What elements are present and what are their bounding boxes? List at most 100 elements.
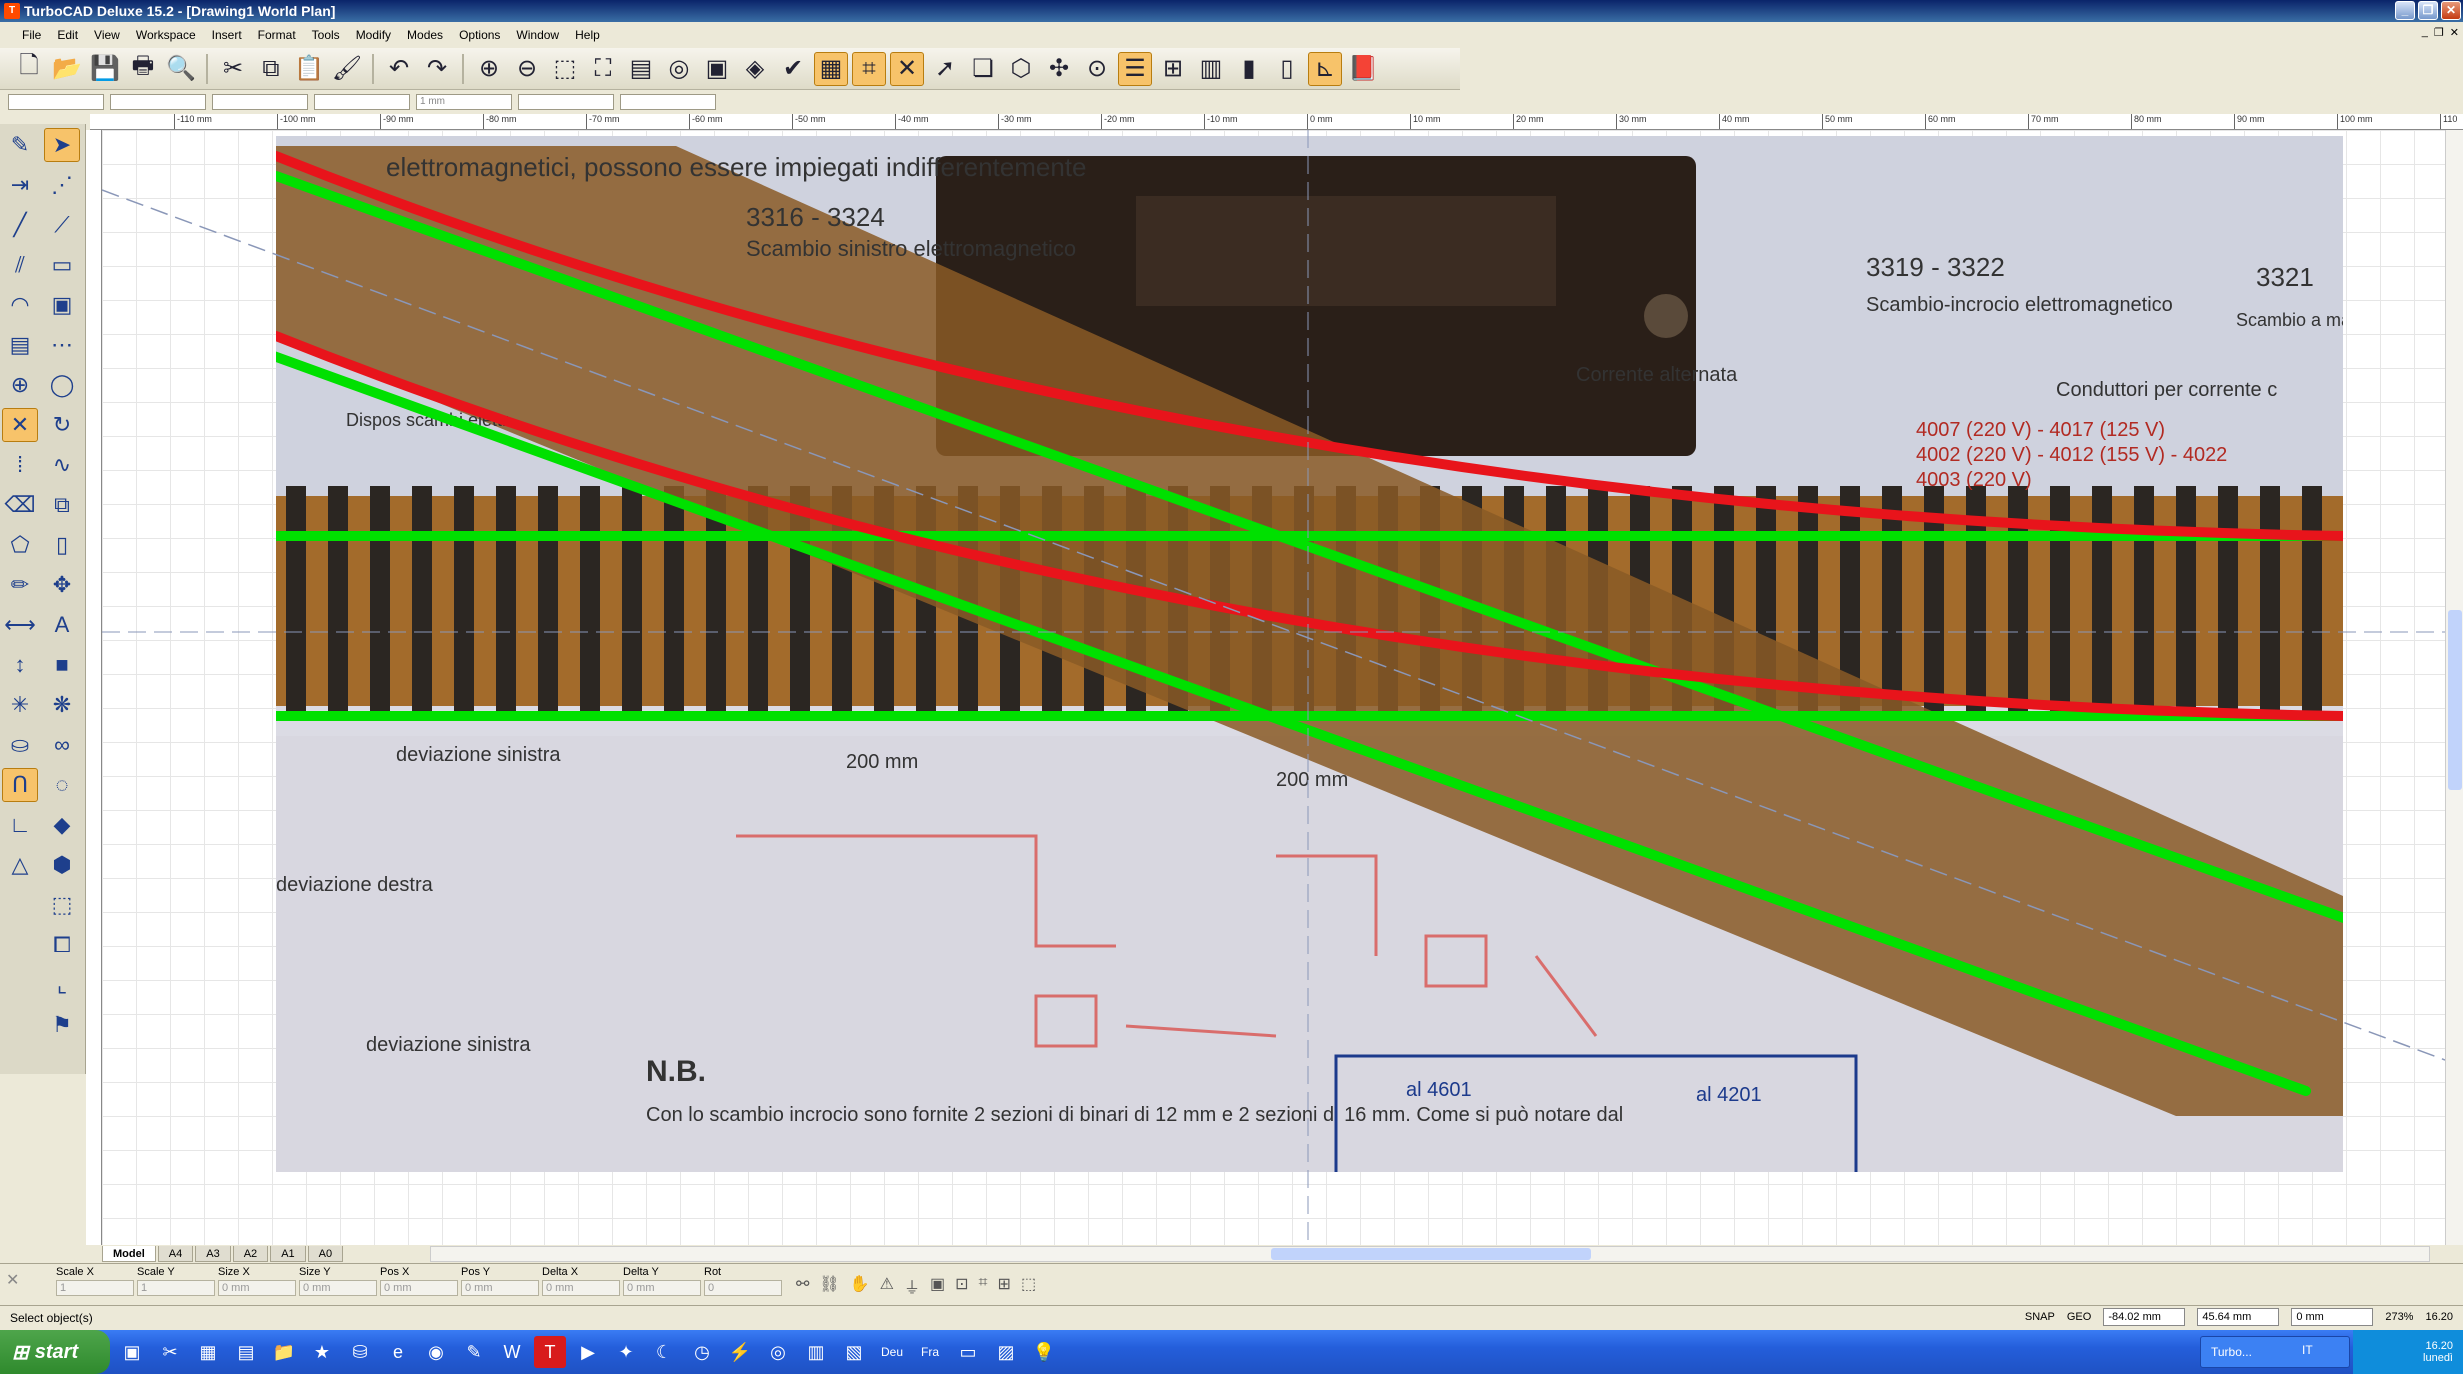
drive-icon[interactable]: ▭	[952, 1336, 984, 1368]
window-icon[interactable]: ⧠	[44, 928, 80, 962]
tray-clock[interactable]: 16.20	[2425, 1340, 2453, 1352]
page-icon[interactable]: ▯	[1270, 52, 1304, 86]
snap-point-icon[interactable]: ✳	[2, 688, 38, 722]
copy-shape-icon[interactable]: ⧉	[44, 488, 80, 522]
vertical-scroll-thumb[interactable]	[2448, 610, 2462, 790]
horizontal-scrollbar[interactable]	[430, 1246, 2430, 1262]
field-delta-y[interactable]: Delta Y 0 mm	[623, 1266, 701, 1296]
tab-a4[interactable]: A4	[157, 1246, 194, 1262]
symbol-icon[interactable]: ❋	[44, 688, 80, 722]
field-size-y[interactable]: Size Y 0 mm	[299, 1266, 377, 1296]
menu-insert[interactable]: Insert	[204, 28, 250, 42]
3d-orbit-icon[interactable]: ✣	[1042, 52, 1076, 86]
snap-intersect-icon[interactable]: ✕	[890, 51, 924, 86]
pages-icon[interactable]: ▤	[624, 52, 658, 86]
scale-combo[interactable]	[620, 94, 716, 110]
select-arrow-icon[interactable]: ➤	[44, 128, 80, 162]
lasso-icon[interactable]: ◌	[44, 768, 80, 802]
triangle-icon[interactable]: △	[2, 848, 38, 882]
warning-icon[interactable]: ⚠	[880, 1274, 894, 1298]
taskbar-item-turbocad[interactable]: Turbo...	[2200, 1336, 2350, 1368]
grid-small-icon[interactable]: ⊞	[998, 1274, 1011, 1298]
dimension-icon[interactable]: ⟷	[2, 608, 38, 642]
save-icon[interactable]: 💾	[88, 52, 122, 86]
dict-deu-icon[interactable]: Deu	[876, 1336, 908, 1368]
minimize-button[interactable]: _	[2395, 1, 2415, 20]
zoom-window-icon[interactable]: ⬚	[548, 52, 582, 86]
polyline-icon[interactable]: ⟋	[44, 208, 80, 242]
circle-cross-icon[interactable]: ⊕	[2, 368, 38, 402]
new-icon[interactable]: 🗋	[12, 52, 46, 86]
horizontal-scroll-thumb[interactable]	[1271, 1248, 1591, 1260]
layer-combo[interactable]	[8, 94, 104, 110]
3d-cube-icon[interactable]: ⬢	[44, 848, 80, 882]
field-scale-y[interactable]: Scale Y 1	[137, 1266, 215, 1296]
tab-a0[interactable]: A0	[307, 1246, 344, 1262]
3d-box-icon[interactable]: ⬡	[1004, 52, 1038, 86]
print-preview-icon[interactable]: 🔍	[164, 52, 198, 86]
render-icon[interactable]: ▣	[700, 52, 734, 86]
menu-workspace[interactable]: Workspace	[128, 28, 204, 42]
link-icon[interactable]: ⚯	[796, 1274, 809, 1298]
format-painter-icon[interactable]: 🖌	[330, 52, 364, 86]
fill-icon[interactable]: ◆	[44, 808, 80, 842]
coord-z[interactable]: 0 mm	[2291, 1308, 2374, 1326]
coord-x[interactable]: -84.02 mm	[2103, 1308, 2186, 1326]
menu-modes[interactable]: Modes	[399, 28, 451, 42]
layers-icon[interactable]: ❏	[966, 52, 1000, 86]
zoom-in-icon[interactable]: ⊕	[472, 52, 506, 86]
page-shape-icon[interactable]: ▯	[44, 528, 80, 562]
book-icon[interactable]: 📕	[1346, 52, 1380, 86]
tab-a3[interactable]: A3	[195, 1246, 231, 1262]
field-scale-x[interactable]: Scale X 1	[56, 1266, 134, 1296]
utility-icon[interactable]: ✦	[610, 1336, 642, 1368]
paint-icon[interactable]: ✎	[458, 1336, 490, 1368]
color-fill-icon[interactable]: ■	[44, 648, 80, 682]
snap-grid-icon[interactable]: ⌗	[852, 51, 886, 86]
menu-format[interactable]: Format	[250, 28, 304, 42]
magnet-icon[interactable]: Ո	[2, 768, 38, 802]
doc-close-button[interactable]: ✕	[2450, 26, 2459, 39]
field-size-x[interactable]: Size X 0 mm	[218, 1266, 296, 1296]
move-icon[interactable]: ✥	[44, 568, 80, 602]
geo-indicator[interactable]: GEO	[2067, 1311, 2091, 1323]
image-icon[interactable]: ▨	[990, 1336, 1022, 1368]
text-icon[interactable]: A	[44, 608, 80, 642]
globe-icon[interactable]: ◉	[420, 1336, 452, 1368]
word-icon[interactable]: W	[496, 1336, 528, 1368]
snap-indicator[interactable]: SNAP	[2025, 1311, 2055, 1323]
block-icon[interactable]: ▤	[2, 328, 38, 362]
dotted-grid-icon[interactable]: ⁞	[2, 448, 38, 482]
dict-fra-icon[interactable]: Fra	[914, 1336, 946, 1368]
brush-color-combo[interactable]	[212, 94, 308, 110]
explorer-icon[interactable]: ▤	[230, 1336, 262, 1368]
start-button[interactable]: ⊞ start	[0, 1330, 110, 1374]
construction-line-diagonal[interactable]	[102, 189, 2445, 1061]
line-style-combo[interactable]	[314, 94, 410, 110]
tab-a1[interactable]: A1	[270, 1246, 306, 1262]
pattern-combo[interactable]	[518, 94, 614, 110]
coord-y[interactable]: 45.64 mm	[2197, 1308, 2280, 1326]
vertical-dim-icon[interactable]: ↕	[2, 648, 38, 682]
frame-select-icon[interactable]: ▣	[930, 1274, 945, 1298]
redo-icon[interactable]: ↷	[420, 52, 454, 86]
eraser-icon[interactable]: ⌫	[2, 488, 38, 522]
palette-icon[interactable]: ▮	[1232, 52, 1266, 86]
corners-icon[interactable]: ⌗	[979, 1274, 988, 1298]
network-icon[interactable]: ⛁	[344, 1336, 376, 1368]
hand-icon[interactable]: ✋	[850, 1274, 870, 1298]
doc-minimize-button[interactable]: _	[2422, 26, 2428, 39]
restore-button[interactable]: ❐	[2418, 1, 2438, 20]
print-icon[interactable]: 🖶	[126, 52, 160, 86]
wand-icon[interactable]: ⚑	[44, 1008, 80, 1042]
menu-modify[interactable]: Modify	[348, 28, 399, 42]
pen-color-combo[interactable]	[110, 94, 206, 110]
tools-icon[interactable]: ✂	[154, 1336, 186, 1368]
turbocad-icon[interactable]: T	[4, 3, 20, 19]
line-width-combo[interactable]: 1 mm	[416, 94, 512, 110]
moon-icon[interactable]: ☾	[648, 1336, 680, 1368]
tab-model[interactable]: Model	[102, 1246, 156, 1262]
field-rot[interactable]: Rot 0	[704, 1266, 782, 1296]
rotate-icon[interactable]: ↻	[44, 408, 80, 442]
vertical-scrollbar[interactable]	[2445, 130, 2463, 1245]
